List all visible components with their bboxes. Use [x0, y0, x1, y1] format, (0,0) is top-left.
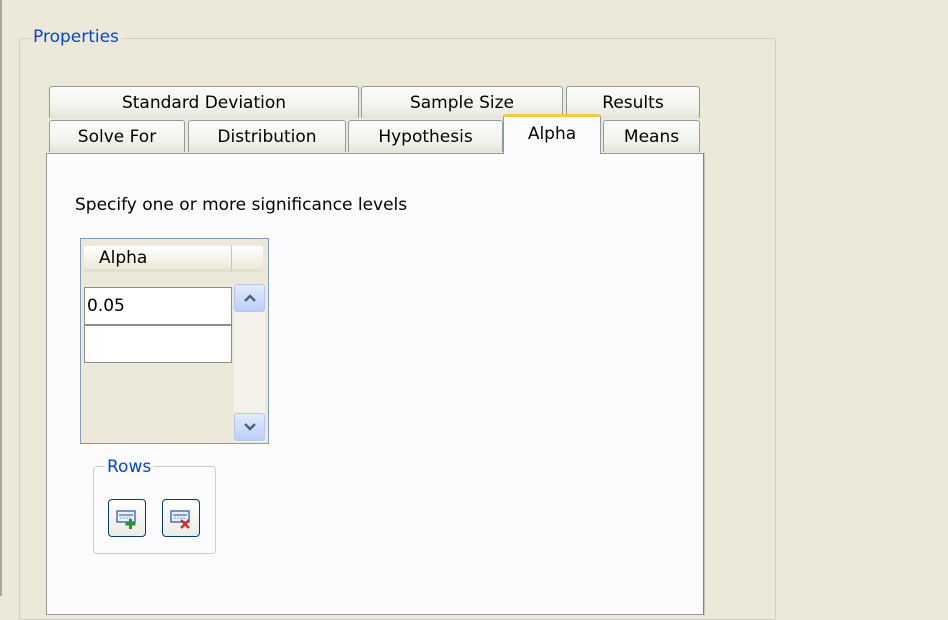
rows-group-title: Rows: [105, 457, 154, 477]
delete-row-icon: [170, 510, 190, 529]
table-cell-alpha[interactable]: 0.05: [84, 287, 232, 325]
tab-alpha[interactable]: Alpha: [503, 114, 601, 154]
window-left-edge: [0, 0, 2, 596]
properties-group-title: Properties: [31, 27, 121, 47]
alpha-table: Alpha 0.05: [80, 238, 269, 444]
scroll-up-button[interactable]: [234, 284, 265, 312]
instruction-text: Specify one or more significance levels: [75, 195, 408, 215]
tab-solve-for[interactable]: Solve For: [49, 120, 185, 152]
column-header-alpha[interactable]: Alpha: [84, 246, 232, 272]
tab-distribution[interactable]: Distribution: [188, 120, 346, 152]
tab-means[interactable]: Means: [603, 120, 700, 152]
add-row-icon: [116, 510, 136, 529]
chevron-down-icon: [244, 423, 256, 431]
tab-standard-deviation[interactable]: Standard Deviation: [49, 86, 359, 118]
delete-row-button[interactable]: [162, 499, 200, 537]
scroll-down-button[interactable]: [234, 413, 265, 441]
chevron-up-icon: [244, 294, 256, 302]
vertical-scrollbar[interactable]: [234, 284, 265, 442]
tab-hypothesis[interactable]: Hypothesis: [348, 120, 503, 152]
table-cell-alpha[interactable]: [84, 325, 232, 363]
column-header-spacer: [232, 246, 263, 272]
add-row-button[interactable]: [108, 499, 146, 537]
